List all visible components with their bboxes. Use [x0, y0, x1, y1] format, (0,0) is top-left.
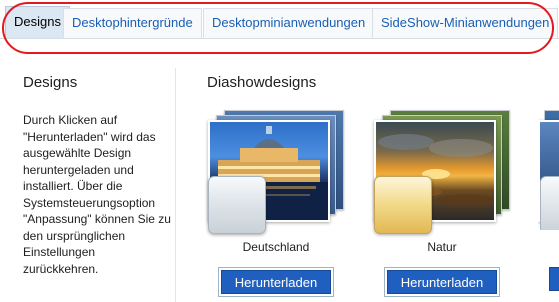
sidebar-description: Durch Klicken auf "Herunterladen" wird d… — [23, 113, 171, 276]
window-glass-icon — [540, 176, 559, 230]
theme-preview-stack[interactable] — [372, 110, 512, 234]
section-title: Diashowdesigns — [207, 74, 317, 91]
download-button-natur[interactable]: Herunterladen — [387, 270, 497, 294]
tab-bar: Designs Desktophintergründe Desktopminia… — [0, 0, 559, 54]
highlight-ring — [2, 2, 554, 54]
theme-name: Deutschland — [242, 240, 310, 254]
download-button-partial[interactable] — [549, 267, 559, 291]
window-glass-icon — [208, 176, 266, 234]
download-button-deutschland[interactable]: Herunterladen — [221, 270, 331, 294]
theme-preview-stack[interactable] — [206, 110, 346, 234]
panel-divider — [175, 68, 176, 302]
theme-card-partial[interactable] — [538, 110, 559, 230]
sidebar-title: Designs — [23, 74, 78, 91]
window-glass-icon — [374, 176, 432, 234]
theme-name: Natur — [427, 240, 457, 254]
